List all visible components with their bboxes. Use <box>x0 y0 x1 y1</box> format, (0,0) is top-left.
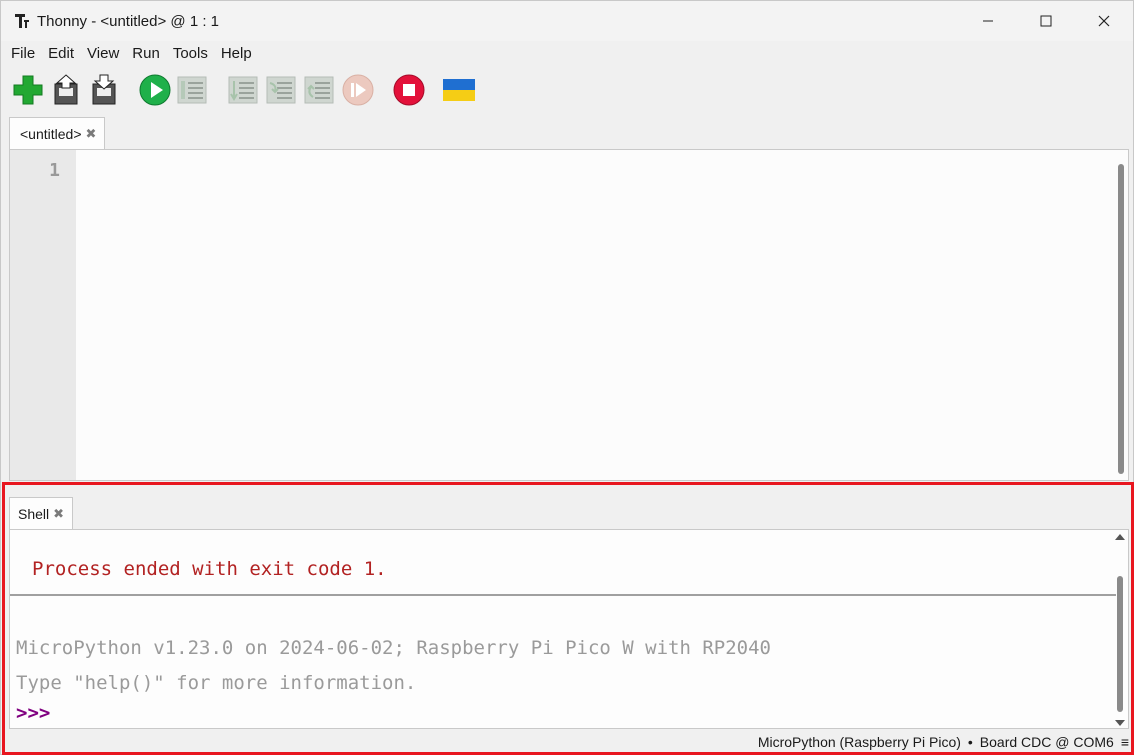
hamburger-icon[interactable]: ≡ <box>1121 734 1129 750</box>
shell-separator <box>10 594 1116 596</box>
save-icon <box>92 74 116 105</box>
step-into-button[interactable] <box>264 73 298 107</box>
step-out-icon <box>304 76 334 104</box>
status-bar: MicroPython (Raspberry Pi Pico) • Board … <box>5 731 1129 753</box>
step-over-icon <box>228 76 258 104</box>
step-over-button[interactable] <box>226 73 260 107</box>
shell-tab-close-icon[interactable]: ✖ <box>53 506 64 522</box>
thonny-logo-icon <box>15 14 29 28</box>
minimize-icon <box>983 20 993 22</box>
line-number-gutter: 1 <box>10 150 76 480</box>
window-title: Thonny - <untitled> @ 1 : 1 <box>37 12 219 30</box>
shell-prompt[interactable]: >>> <box>16 702 50 724</box>
shell-scrollbar[interactable] <box>1114 532 1126 728</box>
line-number: 1 <box>49 160 60 181</box>
maximize-icon <box>1040 15 1052 27</box>
resume-button[interactable] <box>341 73 375 107</box>
toolbar <box>1 65 1133 117</box>
maximize-button[interactable] <box>1017 1 1075 41</box>
resume-icon <box>342 74 374 106</box>
thonny-window: Thonny - <untitled> @ 1 : 1 File Edit Vi… <box>0 0 1134 755</box>
shell-scrollbar-thumb[interactable] <box>1117 576 1123 712</box>
run-button[interactable] <box>138 73 172 107</box>
new-file-button[interactable] <box>11 73 45 107</box>
editor-scrollbar[interactable] <box>1116 152 1126 478</box>
menu-bar: File Edit View Run Tools Help <box>1 41 1133 65</box>
scroll-up-arrow-icon[interactable] <box>1115 534 1125 540</box>
shell-banner-line: MicroPython v1.23.0 on 2024-06-02; Raspb… <box>16 637 771 659</box>
open-file-button[interactable] <box>49 73 83 107</box>
close-icon <box>1098 15 1110 27</box>
scroll-down-arrow-icon[interactable] <box>1115 720 1125 726</box>
open-icon <box>54 74 78 105</box>
title-bar: Thonny - <untitled> @ 1 : 1 <box>1 1 1133 41</box>
save-file-button[interactable] <box>87 73 121 107</box>
shell-console[interactable]: Process ended with exit code 1. MicroPyt… <box>9 529 1129 729</box>
close-button[interactable] <box>1075 1 1133 41</box>
tab-untitled-label: <untitled> <box>20 126 82 142</box>
menu-edit[interactable]: Edit <box>42 45 80 62</box>
menu-view[interactable]: View <box>81 45 125 62</box>
editor-scrollbar-thumb[interactable] <box>1118 164 1124 474</box>
debug-icon <box>177 76 207 104</box>
tab-shell-label: Shell <box>18 506 50 522</box>
tab-untitled[interactable]: <untitled> ✖ <box>9 117 106 150</box>
step-out-button[interactable] <box>302 73 336 107</box>
debug-button[interactable] <box>175 73 209 107</box>
menu-file[interactable]: File <box>5 45 41 62</box>
code-editor[interactable]: 1 <box>9 149 1129 481</box>
stop-button[interactable] <box>392 73 426 107</box>
status-separator: • <box>967 734 973 750</box>
plus-icon <box>13 75 43 105</box>
menu-help[interactable]: Help <box>215 45 258 62</box>
menu-tools[interactable]: Tools <box>167 45 214 62</box>
run-icon <box>139 74 171 106</box>
port-status[interactable]: Board CDC @ COM6 <box>980 734 1114 750</box>
editor-tab-bar: <untitled> ✖ <box>1 117 1133 150</box>
shell-help-line: Type "help()" for more information. <box>16 672 417 694</box>
menu-run[interactable]: Run <box>126 45 166 62</box>
tab-shell[interactable]: Shell ✖ <box>9 497 74 530</box>
tab-close-icon[interactable]: ✖ <box>86 126 97 142</box>
ukraine-flag-button[interactable] <box>442 73 476 107</box>
minimize-button[interactable] <box>959 1 1017 41</box>
interpreter-status[interactable]: MicroPython (Raspberry Pi Pico) <box>758 734 961 750</box>
shell-error-line: Process ended with exit code 1. <box>32 558 387 580</box>
stop-icon <box>393 74 425 106</box>
step-into-icon <box>266 76 296 104</box>
flag-icon <box>443 79 475 101</box>
